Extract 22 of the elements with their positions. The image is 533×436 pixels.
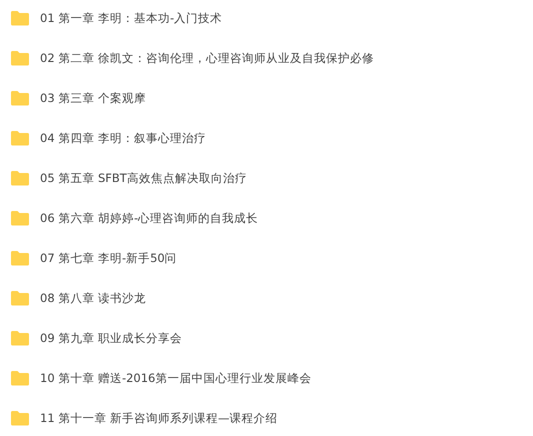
folder-name[interactable]: 05 第五章 SFBT高效焦点解决取向治疗 xyxy=(40,170,247,186)
folder-name[interactable]: 02 第二章 徐凯文：咨询伦理，心理咨询师从业及自我保护必修 xyxy=(40,50,374,66)
folder-icon xyxy=(10,170,30,186)
folder-name[interactable]: 01 第一章 李明：基本功-入门技术 xyxy=(40,10,222,26)
folder-name[interactable]: 11 第十一章 新手咨询师系列课程—课程介绍 xyxy=(40,410,278,426)
folder-name[interactable]: 03 第三章 个案观摩 xyxy=(40,90,146,106)
folder-icon xyxy=(10,250,30,266)
folder-icon xyxy=(10,410,30,426)
folder-icon xyxy=(10,90,30,106)
folder-icon xyxy=(10,290,30,306)
folder-name[interactable]: 04 第四章 李明：叙事心理治疗 xyxy=(40,130,206,146)
folder-icon xyxy=(10,50,30,66)
folder-icon xyxy=(10,130,30,146)
folder-icon xyxy=(10,210,30,226)
folder-name[interactable]: 07 第七章 李明-新手50问 xyxy=(40,250,177,266)
folder-name[interactable]: 08 第八章 读书沙龙 xyxy=(40,290,146,306)
folder-name[interactable]: 10 第十章 赠送-2016第一届中国心理行业发展峰会 xyxy=(40,370,312,386)
folder-icon xyxy=(10,10,30,26)
folder-icon xyxy=(10,370,30,386)
folder-icon xyxy=(10,330,30,346)
folder-name[interactable]: 06 第六章 胡婷婷-心理咨询师的自我成长 xyxy=(40,210,258,226)
folder-name[interactable]: 09 第九章 职业成长分享会 xyxy=(40,330,182,346)
